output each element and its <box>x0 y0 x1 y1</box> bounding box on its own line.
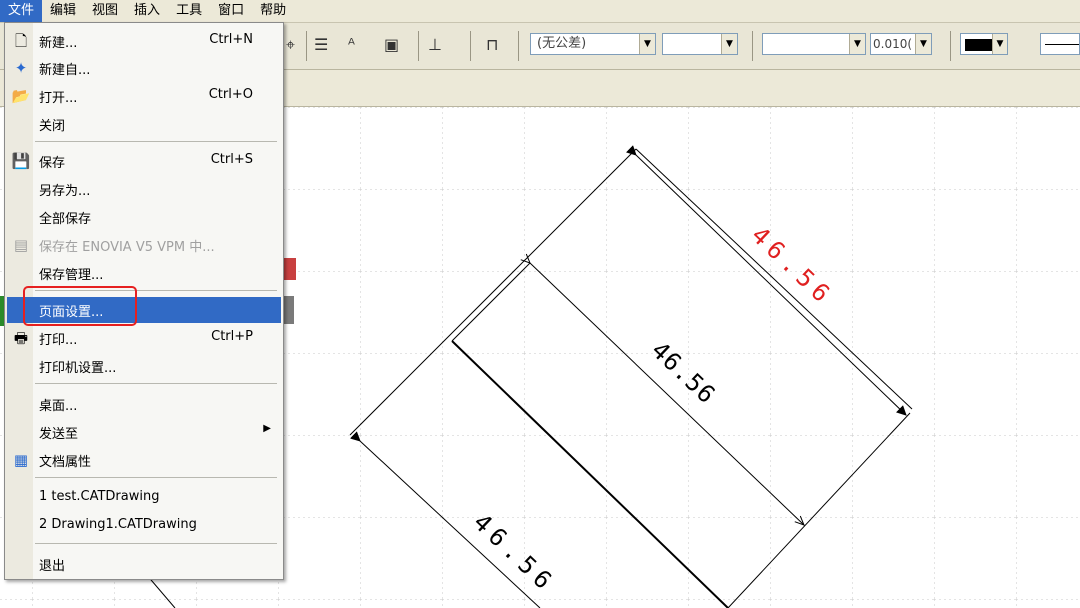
background-window-edge <box>284 258 296 280</box>
toolbar-separator <box>418 31 419 61</box>
menu-item-label: 1 test.CATDrawing <box>39 489 160 504</box>
precision-value: 0.010( <box>873 37 913 51</box>
background-window-edge <box>284 296 294 324</box>
menu-item-label: 保存管理... <box>39 268 104 283</box>
menu-item-label: 保存 <box>39 156 66 171</box>
line-sample <box>1045 44 1079 45</box>
precision-combo[interactable]: 0.010( ▼ <box>870 33 932 55</box>
toolbar-separator <box>950 31 951 61</box>
dimension-line-icon[interactable]: ⊓ <box>486 31 498 59</box>
menu-item-label: 打印... <box>39 333 78 348</box>
text-align-icon[interactable]: ☰ <box>314 31 328 59</box>
menu-item-label: 退出 <box>39 559 66 574</box>
toolbar-separator <box>518 31 519 61</box>
menu-item-new[interactable]: 🗋 新建... Ctrl+N <box>7 28 281 54</box>
menu-separator <box>35 383 277 384</box>
menu-item-save-management[interactable]: 保存管理... <box>7 260 281 286</box>
menu-separator <box>35 477 277 478</box>
menu-item-document-properties[interactable]: ▦ 文档属性 <box>7 447 281 473</box>
menu-item-exit[interactable]: 退出 <box>7 551 281 577</box>
menu-item-save-enovia: ▤ 保存在 ENOVIA V5 VPM 中... <box>7 232 281 258</box>
text-font-icon[interactable]: ᴬ <box>348 31 355 59</box>
properties-icon: ▦ <box>13 451 29 469</box>
submenu-arrow-icon: ▶ <box>263 423 271 434</box>
toolbar-separator <box>470 31 471 61</box>
chevron-down-icon[interactable]: ▼ <box>639 34 655 54</box>
new-document-icon: 🗋 <box>14 32 28 50</box>
dimension-tool-icon[interactable]: ⊥ <box>428 31 442 59</box>
enovia-save-icon: ▤ <box>13 236 29 254</box>
new-from-icon: ✦ <box>14 59 28 77</box>
menu-item-save-as[interactable]: 另存为... <box>7 176 281 202</box>
menu-item-new-from[interactable]: ✦ 新建自... <box>7 55 281 81</box>
menu-item-label: 新建... <box>39 36 78 51</box>
menu-separator <box>35 543 277 544</box>
menu-item-printer-setup[interactable]: 打印机设置... <box>7 353 281 379</box>
menu-edit[interactable]: 编辑 <box>42 0 84 22</box>
save-icon: 💾 <box>11 152 31 170</box>
menu-item-save[interactable]: 💾 保存 Ctrl+S <box>7 148 281 174</box>
toolbar-separator <box>752 31 753 61</box>
menu-item-label: 发送至 <box>39 427 79 442</box>
menu-item-label: 2 Drawing1.CATDrawing <box>39 517 197 532</box>
menu-item-desktop[interactable]: 桌面... <box>7 391 281 417</box>
format-combo[interactable]: ▼ <box>662 33 738 55</box>
precision-type-combo[interactable]: ▼ <box>762 33 866 55</box>
menu-item-shortcut: Ctrl+O <box>208 87 253 102</box>
menu-item-recent-2[interactable]: 2 Drawing1.CATDrawing <box>7 513 281 539</box>
menu-item-label: 关闭 <box>39 119 66 134</box>
menu-item-label: 新建自... <box>39 63 91 78</box>
menu-item-label: 全部保存 <box>39 212 92 227</box>
menu-item-label: 打印机设置... <box>39 361 117 376</box>
linetype-combo[interactable] <box>1040 33 1080 55</box>
menu-item-shortcut: Ctrl+S <box>210 152 253 167</box>
open-folder-icon: 📂 <box>11 87 31 105</box>
text-frame-icon[interactable]: ▣ <box>384 31 399 59</box>
menu-item-open[interactable]: 📂 打开... Ctrl+O <box>7 83 281 109</box>
toolbar-separator <box>306 31 307 61</box>
menu-insert[interactable]: 插入 <box>126 0 168 22</box>
color-picker[interactable]: ▼ <box>960 33 1008 55</box>
menu-item-label: 桌面... <box>39 399 78 414</box>
menu-window[interactable]: 窗口 <box>210 0 252 22</box>
chevron-down-icon[interactable]: ▼ <box>915 34 931 54</box>
toolbar-tool-icon[interactable]: ⌖ <box>286 31 295 59</box>
chevron-down-icon[interactable]: ▼ <box>849 34 865 54</box>
chevron-down-icon[interactable]: ▼ <box>992 34 1007 54</box>
menu-help[interactable]: 帮助 <box>252 0 294 22</box>
menu-tools[interactable]: 工具 <box>168 0 210 22</box>
menu-item-label: 另存为... <box>39 184 91 199</box>
highlight-annotation-box <box>23 286 137 326</box>
printer-icon: 🖶 <box>13 329 29 347</box>
menu-item-label: 保存在 ENOVIA V5 VPM 中... <box>39 240 215 255</box>
menu-item-send-to[interactable]: 发送至 ▶ <box>7 419 281 445</box>
menu-item-recent-1[interactable]: 1 test.CATDrawing <box>7 485 281 511</box>
menu-view[interactable]: 视图 <box>84 0 126 22</box>
tolerance-value: (无公差) <box>537 36 587 51</box>
menu-item-print[interactable]: 🖶 打印... Ctrl+P <box>7 325 281 351</box>
menu-bar: 文件 编辑 视图 插入 工具 窗口 帮助 <box>0 0 1080 23</box>
menu-item-shortcut: Ctrl+N <box>209 32 253 47</box>
menu-item-shortcut: Ctrl+P <box>211 329 253 344</box>
menu-item-save-all[interactable]: 全部保存 <box>7 204 281 230</box>
menu-item-label: 打开... <box>39 91 78 106</box>
tolerance-combo[interactable]: (无公差) ▼ <box>530 33 656 55</box>
chevron-down-icon[interactable]: ▼ <box>721 34 737 54</box>
menu-item-label: 文档属性 <box>39 455 92 470</box>
menu-separator <box>35 141 277 142</box>
color-swatch <box>965 39 993 51</box>
menu-file[interactable]: 文件 <box>0 0 43 22</box>
menu-item-close[interactable]: 关闭 <box>7 111 281 137</box>
